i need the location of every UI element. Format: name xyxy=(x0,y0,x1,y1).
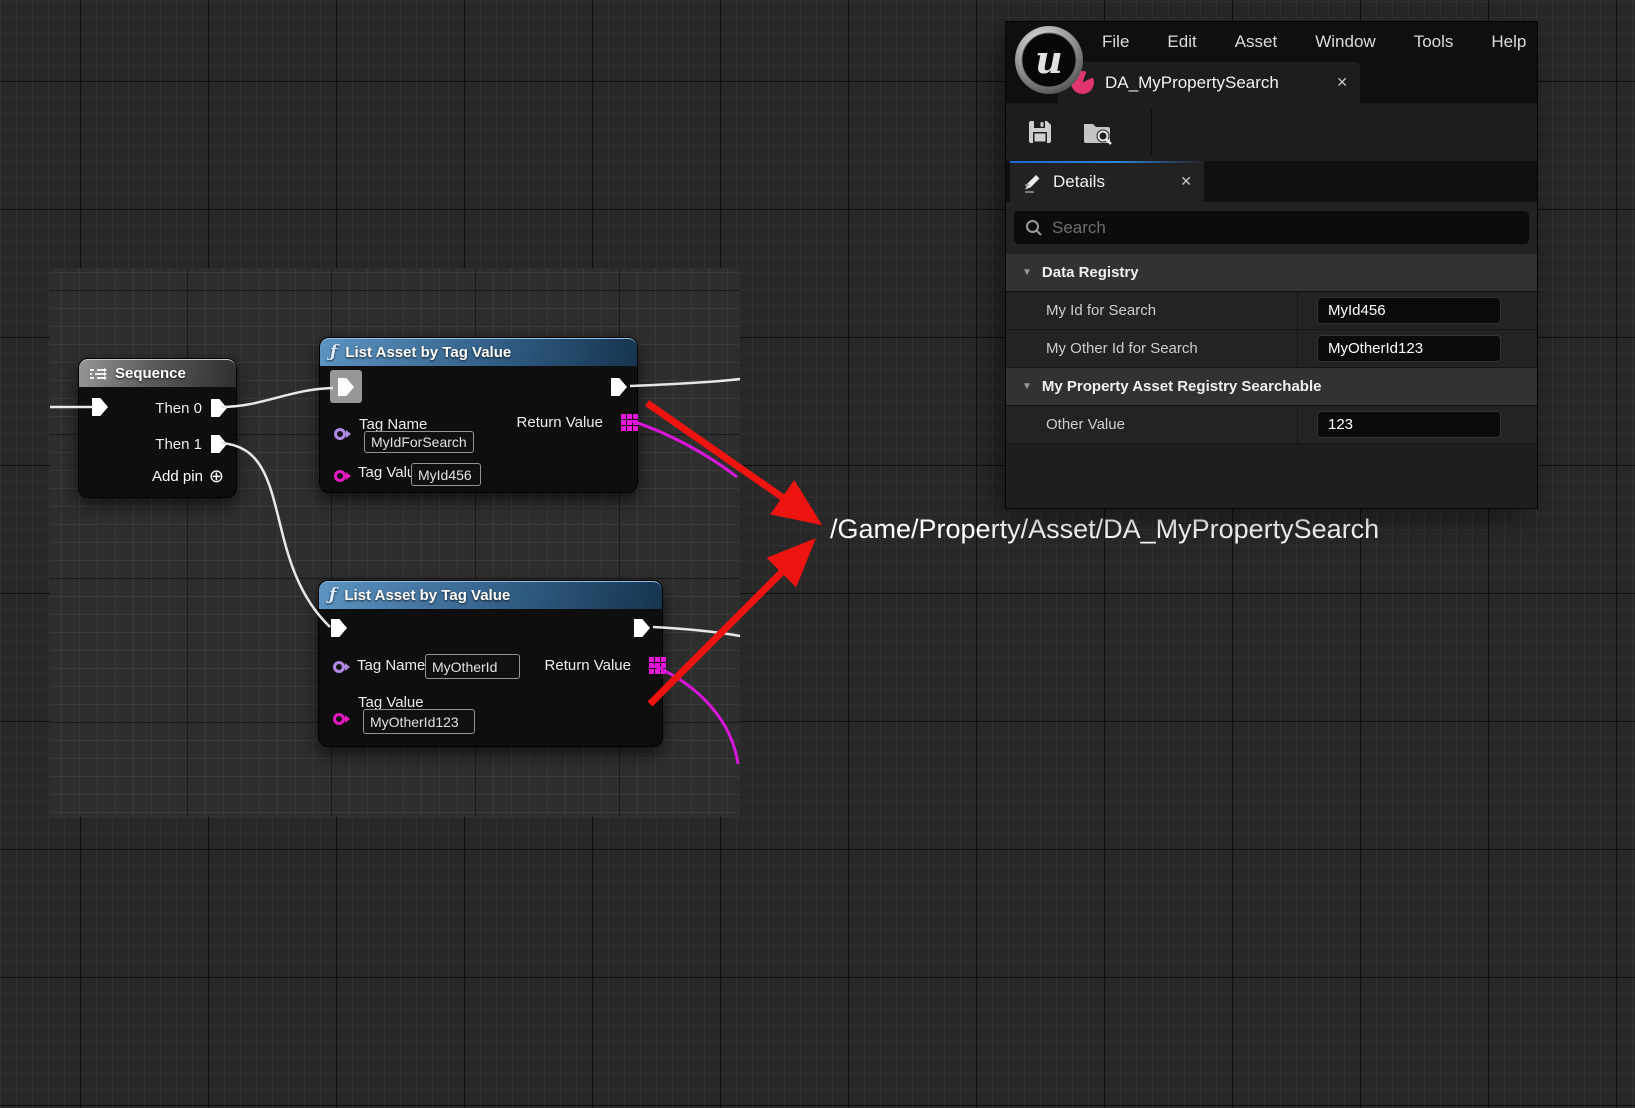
menu-asset[interactable]: Asset xyxy=(1235,32,1278,52)
add-pin-plus-icon: ⊕ xyxy=(209,467,224,485)
toolbar xyxy=(1006,103,1537,161)
asset-path-annotation: /Game/Property/Asset/DA_MyPropertySearch xyxy=(830,514,1379,545)
menu-tools[interactable]: Tools xyxy=(1414,32,1454,52)
search-icon xyxy=(1025,219,1043,237)
menu-help[interactable]: Help xyxy=(1491,32,1526,52)
bottom-node-title: List Asset by Tag Value xyxy=(344,587,510,604)
svg-text:u: u xyxy=(1035,37,1063,82)
add-pin-button[interactable]: Add pin ⊕ xyxy=(152,467,224,485)
editor-panel: u File Edit Asset Window Tools Help DA_M… xyxy=(1006,22,1537,508)
top-tag-value-input[interactable] xyxy=(411,463,481,486)
collapse-arrow-icon[interactable]: ▼ xyxy=(1022,267,1032,278)
bottom-tag-value-input[interactable] xyxy=(363,709,475,734)
bottom-return-value-pin[interactable] xyxy=(649,657,654,662)
details-tab-title: Details xyxy=(1053,172,1105,192)
menu-window[interactable]: Window xyxy=(1315,32,1375,52)
browse-folder-search-icon xyxy=(1082,118,1114,146)
property-row-other-value: Other Value xyxy=(1006,406,1537,444)
then1-pin-label: Then 1 xyxy=(155,436,202,453)
other-value-input[interactable] xyxy=(1317,411,1501,438)
function-icon: ƒ xyxy=(329,587,336,604)
sequence-icon xyxy=(89,368,107,380)
my-id-for-search-input[interactable] xyxy=(1317,297,1501,324)
top-return-value-pin[interactable] xyxy=(621,414,626,419)
list-asset-by-tag-value-node-bottom[interactable]: ƒ List Asset by Tag Value Tag Name Retur… xyxy=(318,580,663,747)
top-tag-name-pin[interactable] xyxy=(334,427,350,441)
top-tag-value-pin[interactable] xyxy=(334,469,350,483)
document-tab-title: DA_MyPropertySearch xyxy=(1105,73,1279,93)
details-tab-close-icon[interactable]: ✕ xyxy=(1180,173,1192,190)
bottom-node-exec-out-pin[interactable] xyxy=(634,619,650,637)
section-header-my-property-asset-registry-searchable[interactable]: ▼ My Property Asset Registry Searchable xyxy=(1006,368,1537,406)
top-return-value-label: Return Value xyxy=(517,414,603,431)
save-icon xyxy=(1026,118,1054,146)
bottom-tag-name-pin[interactable] xyxy=(333,660,349,674)
blueprint-editor-canvas: Sequence Then 0 Then 1 Add pin ⊕ ƒ List … xyxy=(0,0,1635,1108)
function-icon: ƒ xyxy=(330,344,337,361)
sequence-node-header[interactable]: Sequence xyxy=(79,359,236,387)
bottom-node-exec-in-pin[interactable] xyxy=(331,619,347,637)
section-title: My Property Asset Registry Searchable xyxy=(1042,378,1322,395)
document-tab[interactable]: DA_MyPropertySearch ✕ xyxy=(1058,62,1360,103)
property-label: My Id for Search xyxy=(1046,302,1156,319)
property-label: Other Value xyxy=(1046,416,1125,433)
details-search-row xyxy=(1006,202,1537,254)
document-tab-row: DA_MyPropertySearch ✕ xyxy=(1006,62,1537,103)
details-tab-row: Details ✕ xyxy=(1006,161,1537,202)
menu-bar: File Edit Asset Window Tools Help xyxy=(1006,22,1537,62)
then0-pin-label: Then 0 xyxy=(155,400,202,417)
top-tag-name-input[interactable] xyxy=(364,431,474,453)
section-title: Data Registry xyxy=(1042,264,1139,281)
sequence-node-title: Sequence xyxy=(115,365,186,382)
collapse-arrow-icon[interactable]: ▼ xyxy=(1022,381,1032,392)
property-row-my-id-for-search: My Id for Search xyxy=(1006,292,1537,330)
property-row-my-other-id-for-search: My Other Id for Search xyxy=(1006,330,1537,368)
details-search-input[interactable] xyxy=(1052,218,1518,238)
unreal-engine-logo: u xyxy=(1014,25,1084,95)
section-header-data-registry[interactable]: ▼ Data Registry xyxy=(1006,254,1537,292)
bottom-node-header[interactable]: ƒ List Asset by Tag Value xyxy=(319,581,662,609)
property-label: My Other Id for Search xyxy=(1046,340,1198,357)
sequence-exec-in-pin[interactable] xyxy=(92,398,108,416)
menu-file[interactable]: File xyxy=(1102,32,1129,52)
my-other-id-for-search-input[interactable] xyxy=(1317,335,1501,362)
save-button[interactable] xyxy=(1026,118,1054,146)
top-node-exec-in-pin[interactable] xyxy=(338,378,354,396)
bottom-tag-name-label: Tag Name xyxy=(357,657,425,674)
toolbar-divider xyxy=(1151,109,1152,155)
add-pin-label: Add pin xyxy=(152,468,203,485)
details-search-box[interactable] xyxy=(1014,211,1529,244)
details-tab[interactable]: Details ✕ xyxy=(1010,161,1204,202)
top-node-header[interactable]: ƒ List Asset by Tag Value xyxy=(320,338,637,366)
document-tab-close-icon[interactable]: ✕ xyxy=(1336,74,1348,91)
top-node-exec-out-pin[interactable] xyxy=(611,378,627,396)
list-asset-by-tag-value-node-top[interactable]: ƒ List Asset by Tag Value Tag Name Retur… xyxy=(319,337,638,493)
top-node-exec-in-highlight xyxy=(330,370,362,403)
details-panel-footer xyxy=(1006,444,1537,508)
browse-to-asset-button[interactable] xyxy=(1082,118,1114,146)
details-pencil-icon xyxy=(1022,171,1044,193)
sequence-node[interactable]: Sequence Then 0 Then 1 Add pin ⊕ xyxy=(78,358,237,498)
menu-edit[interactable]: Edit xyxy=(1167,32,1196,52)
bottom-return-value-label: Return Value xyxy=(545,657,631,674)
bottom-tag-value-pin[interactable] xyxy=(333,712,349,726)
top-node-title: List Asset by Tag Value xyxy=(345,344,511,361)
bottom-tag-name-input[interactable] xyxy=(425,654,520,679)
